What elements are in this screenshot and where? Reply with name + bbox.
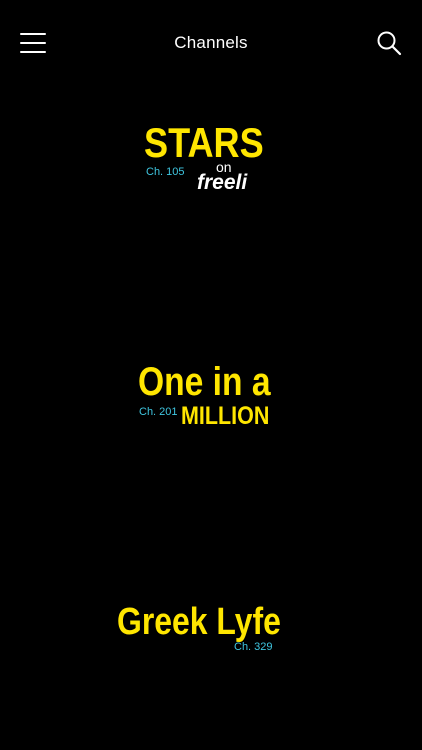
channel-number: Ch. 105 <box>146 166 185 178</box>
page-title: Channels <box>174 33 248 52</box>
channel-number: Ch. 329 <box>234 641 273 653</box>
channel-logo-title: Greek Lyfe <box>117 601 281 643</box>
channel-item-greek-lyfe[interactable]: Greek Lyfe Ch. 329 <box>114 598 284 658</box>
search-icon <box>377 31 402 56</box>
search-button[interactable] <box>376 30 402 56</box>
channel-number: Ch. 201 <box>139 406 178 418</box>
channel-logo-brand: freeli <box>197 171 248 194</box>
channel-logo-title: STARS <box>144 119 264 166</box>
channel-item-stars[interactable]: STARS on Ch. 105 freeli <box>140 118 264 198</box>
channel-logo-subtitle: MILLION <box>181 402 270 430</box>
channel-logo-title: One in a <box>138 360 271 404</box>
channel-item-one-in-a-million[interactable]: One in a Ch. 201 MILLION <box>136 358 286 433</box>
navigation-bar: Channels <box>0 0 422 86</box>
